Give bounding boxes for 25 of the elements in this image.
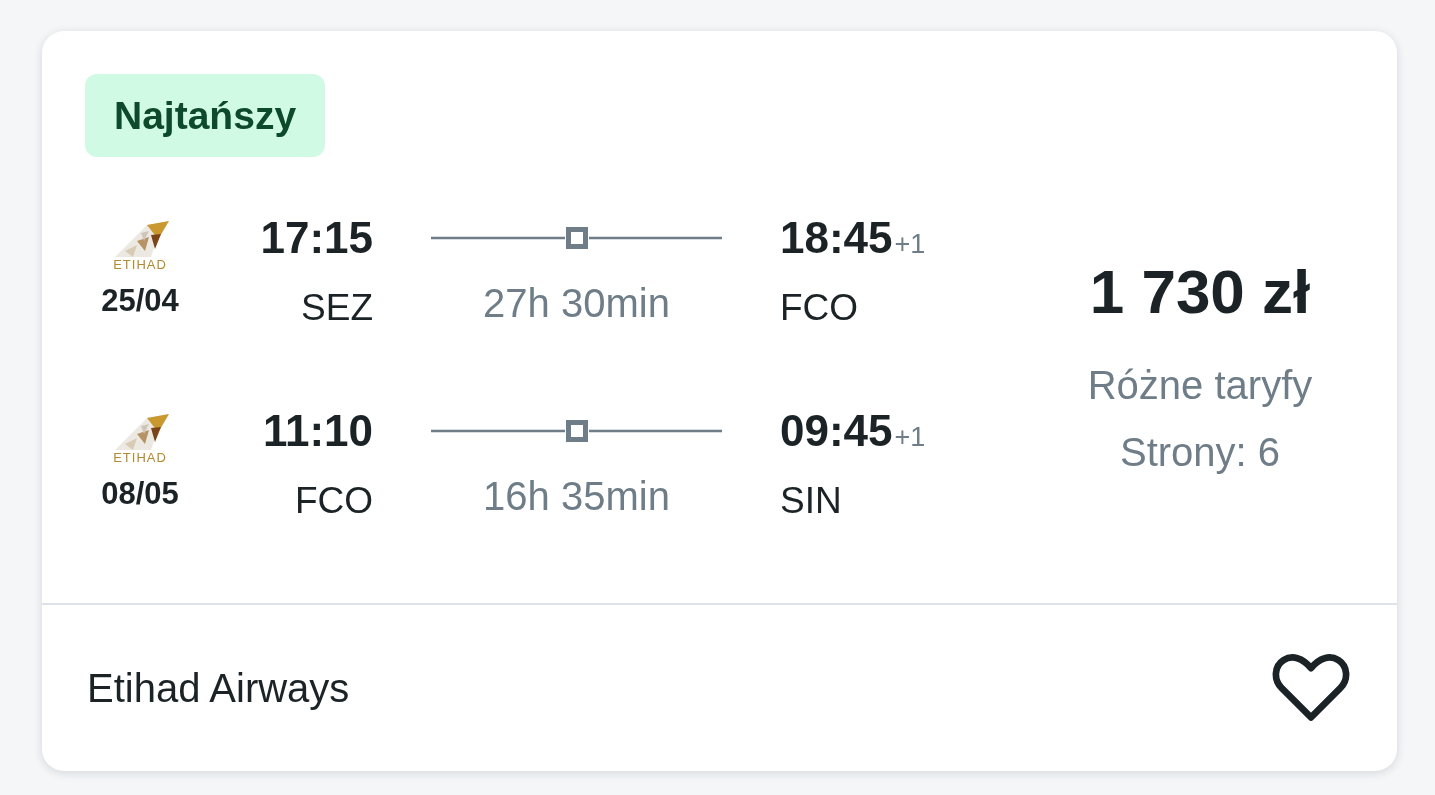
airline-name: Etihad Airways [87,665,350,712]
arrival-time: 09:45 [780,406,893,456]
departure-airport: SEZ [301,286,373,330]
departure-time: 17:15 [260,213,373,263]
airline-logo-text: ETIHAD [113,451,167,464]
day-offset: +1 [894,229,926,260]
flight-result-card[interactable]: Najtańszy ETIHAD 25/04 17:15 SEZ 27h 30min 18:45+1 FCO ETIHAD 08/05 11:10 FCO 16h 35min 09:45+1 SIN 1 730 zł Różne taryfy Strony: 6 Etihad Airways [42,31,1397,771]
arrival-airport: SIN [780,479,842,523]
flight-date: 25/04 [101,283,179,319]
heart-icon[interactable] [1272,653,1350,723]
price-amount: 1 730 zł [1089,256,1311,327]
day-offset: +1 [894,422,926,453]
flight-duration: 27h 30min [483,281,670,325]
sites-count: Strony: 6 [1119,428,1281,476]
fare-note: Różne taryfy [1087,361,1313,409]
highlight-badge: Najtańszy [85,74,326,157]
departure-airport: FCO [294,479,373,523]
route-line-icon [431,420,722,442]
route-line-icon [431,227,722,249]
flight-duration: 16h 35min [483,474,670,518]
airline-logo-text: ETIHAD [113,258,167,271]
arrival-time: 18:45 [780,213,893,263]
departure-time: 11:10 [262,406,373,456]
flight-date: 08/05 [101,476,179,512]
arrival-airport: FCO [780,286,859,330]
